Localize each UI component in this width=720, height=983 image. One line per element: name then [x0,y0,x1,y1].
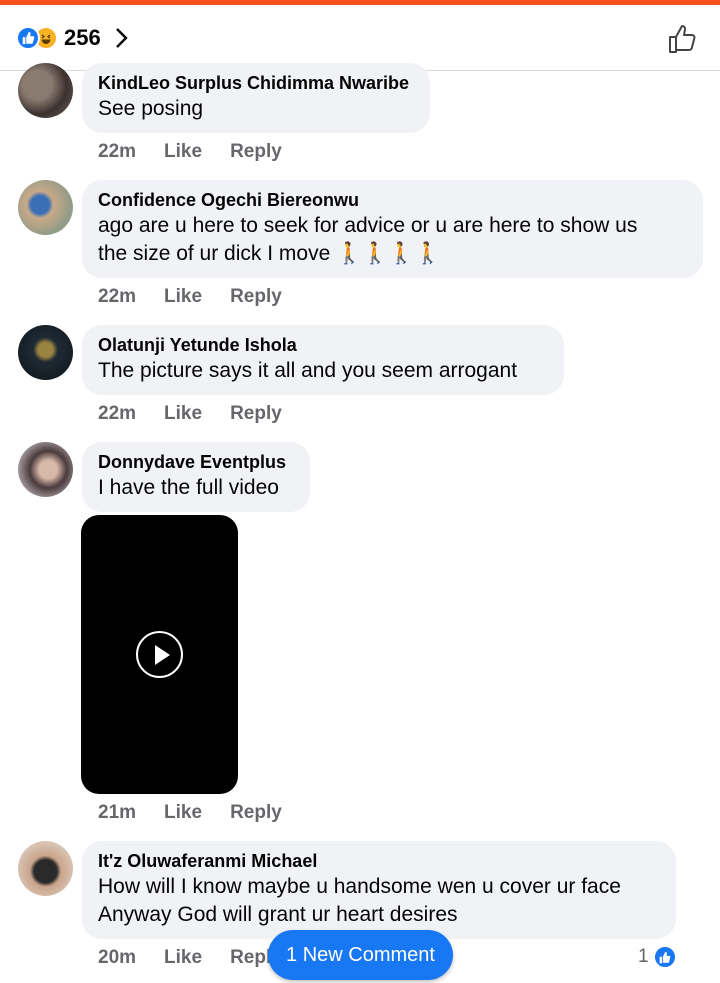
like-button[interactable]: Like [164,947,202,969]
comment-bubble: KindLeo Surplus Chidimma Nwaribe See pos… [82,63,430,133]
reply-button[interactable]: Reply [230,403,282,425]
comment-time: 22m [98,141,137,162]
like-button[interactable]: Like [164,403,202,425]
comment-text-line: ago are u here to seek for advice or u a… [98,214,638,237]
like-button[interactable]: Like [164,141,202,163]
comment-bubble: Olatunji Yetunde Ishola The picture says… [82,325,564,395]
reactions-summary[interactable]: 256 [16,25,131,51]
new-comment-button[interactable]: 1 New Comment [268,930,453,980]
comment-time: 21m [98,802,137,823]
comment-actions: 22m Like Reply [98,141,310,163]
comment-text: The picture says it all and you seem arr… [98,359,518,382]
comment-text-line: How will I know maybe u handsome wen u c… [98,875,621,898]
comment-bubble: It'z Oluwaferanmi Michael How will I kno… [82,841,676,939]
comment-actions: 22m Like Reply [98,286,310,308]
thumbs-up-outline-icon[interactable] [666,23,698,55]
comment-text: See posing [98,97,204,120]
avatar[interactable] [18,325,73,380]
comment-time: 22m [98,403,137,424]
reply-button[interactable]: Reply [230,286,282,308]
commenter-name[interactable]: Donnydave Eventplus [98,450,294,474]
comment-time: 20m [98,947,137,968]
commenter-name[interactable]: Confidence Ogechi Biereonwu [98,188,687,212]
avatar[interactable] [18,841,73,896]
chevron-right-icon [115,28,128,48]
avatar[interactable] [18,180,73,235]
comment-bubble: Donnydave Eventplus I have the full vide… [82,442,310,512]
comment-text: I have the full video [98,476,279,499]
comment-reaction-count[interactable]: 1 [638,945,677,969]
comment-bubble: Confidence Ogechi Biereonwu ago are u he… [82,180,703,278]
avatar[interactable] [18,63,73,118]
comment-text-line: the size of ur dick I move 🚶🚶🚶🚶 [98,242,441,265]
like-button[interactable]: Like [164,802,202,824]
like-reaction-icon [16,26,40,50]
video-attachment[interactable] [81,515,238,794]
like-button[interactable]: Like [164,286,202,308]
commenter-name[interactable]: It'z Oluwaferanmi Michael [98,849,660,873]
like-reaction-icon [652,945,677,969]
comment-text-line: Anyway God will grant ur heart desires [98,903,458,926]
comment-actions: 21m Like Reply [98,802,310,824]
reaction-count: 256 [64,25,101,50]
reply-button[interactable]: Reply [230,141,282,163]
avatar[interactable] [18,442,73,497]
comment-actions: 22m Like Reply [98,403,310,425]
reply-button[interactable]: Reply [230,802,282,824]
play-icon[interactable] [136,631,183,678]
comment-reaction-number: 1 [638,946,649,967]
reactions-header: 256 [0,5,720,71]
commenter-name[interactable]: Olatunji Yetunde Ishola [98,333,548,357]
comment-time: 22m [98,286,137,307]
commenter-name[interactable]: KindLeo Surplus Chidimma Nwaribe [98,71,414,95]
